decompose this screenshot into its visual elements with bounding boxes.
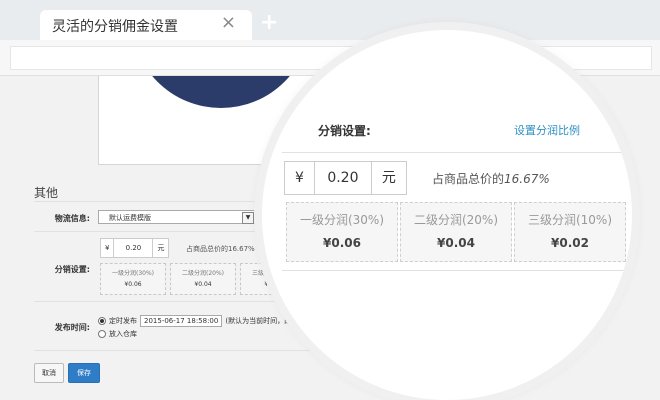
new-tab-icon[interactable]: + [260, 10, 278, 36]
zoom-note-prefix: 占商品总价的 [432, 172, 505, 186]
warehouse-option[interactable]: 放入仓库 [98, 329, 137, 339]
commission-card: 一级分润(30%) ¥0.06 [100, 263, 166, 295]
zoom-commission-title: 一级分润(30%) [299, 213, 385, 227]
zoom-commission-title: 三级分润(10%) [527, 213, 613, 227]
close-icon[interactable]: × [221, 13, 236, 33]
currency-addon: ¥ [105, 244, 110, 252]
radio-unchecked-icon[interactable] [98, 330, 106, 338]
shipping-select-value: 默认运费模版 [109, 214, 151, 222]
commission-value: ¥0.06 [124, 281, 142, 288]
commission-title: 一级分润(30%) [111, 270, 155, 277]
timed-publish-option[interactable]: 定时发布 2015-06-17 18:58:00 (默认为当前时间，即立刻发 [98, 315, 312, 327]
magnifier-overlay: 分销设置: 设置分润比例 ¥ 0.20 元 占商品总价的16.67% 一级分润(… [262, 30, 632, 400]
divider [282, 270, 632, 271]
distribution-rate-input[interactable]: 0.20 [113, 239, 154, 257]
divider [34, 350, 334, 351]
publish-label: 发布时间: [54, 323, 90, 332]
warehouse-label: 放入仓库 [109, 330, 137, 338]
distribution-note: 占商品总价的16.67% [186, 245, 255, 253]
shipping-select[interactable]: 默认运费模版 ▼ [98, 210, 256, 224]
unit-addon: 元 [157, 244, 165, 252]
browser-tab[interactable]: 灵活的分销佣金设置 × [40, 10, 252, 40]
zoom-distribution-title: 分销设置: [318, 124, 371, 138]
cancel-button[interactable]: 取消 [34, 363, 64, 383]
zoom-input-group: ¥ 0.20 元 [284, 161, 407, 195]
distribution-input-group: ¥ 0.20 元 [100, 238, 170, 258]
browser-tab-bar: 灵活的分销佣金设置 × + [0, 0, 660, 40]
zoom-commission-card: 三级分润(10%) ¥0.02 [514, 202, 626, 262]
zoom-commission-value: ¥0.06 [323, 236, 361, 250]
zoom-note-pct: 16.67% [504, 172, 550, 186]
radio-checked-icon[interactable] [98, 317, 106, 325]
chevron-down-icon: ▼ [242, 212, 254, 224]
zoom-currency-addon: ¥ [295, 170, 304, 186]
save-button[interactable]: 保存 [68, 363, 100, 383]
tab-title: 灵活的分销佣金设置 [52, 19, 178, 35]
set-commission-ratio-link[interactable]: 设置分润比例 [514, 122, 580, 138]
zoom-note: 占商品总价的16.67% [432, 170, 550, 187]
divider [282, 152, 632, 153]
zoom-commission-title: 二级分润(20%) [413, 213, 499, 227]
publish-datetime-input[interactable]: 2015-06-17 18:58:00 [140, 315, 223, 327]
commission-title: 二级分润(20%) [181, 270, 225, 277]
zoom-rate-input[interactable]: 0.20 [313, 162, 372, 194]
product-image [131, 76, 311, 108]
zoom-unit-addon: 元 [381, 170, 396, 186]
distribution-label: 分销设置: [54, 265, 90, 274]
zoom-commission-value: ¥0.02 [551, 236, 589, 250]
commission-card: 二级分润(20%) ¥0.04 [170, 263, 236, 295]
zoom-commission-value: ¥0.04 [437, 236, 475, 250]
zoom-commission-card: 二级分润(20%) ¥0.04 [400, 202, 512, 262]
shipping-label: 物流信息: [54, 214, 90, 223]
section-title: 其他 [34, 186, 59, 200]
commission-value: ¥0.04 [194, 281, 212, 288]
zoom-commission-card: 一级分润(30%) ¥0.06 [286, 202, 398, 262]
timed-publish-label: 定时发布 [109, 317, 137, 325]
